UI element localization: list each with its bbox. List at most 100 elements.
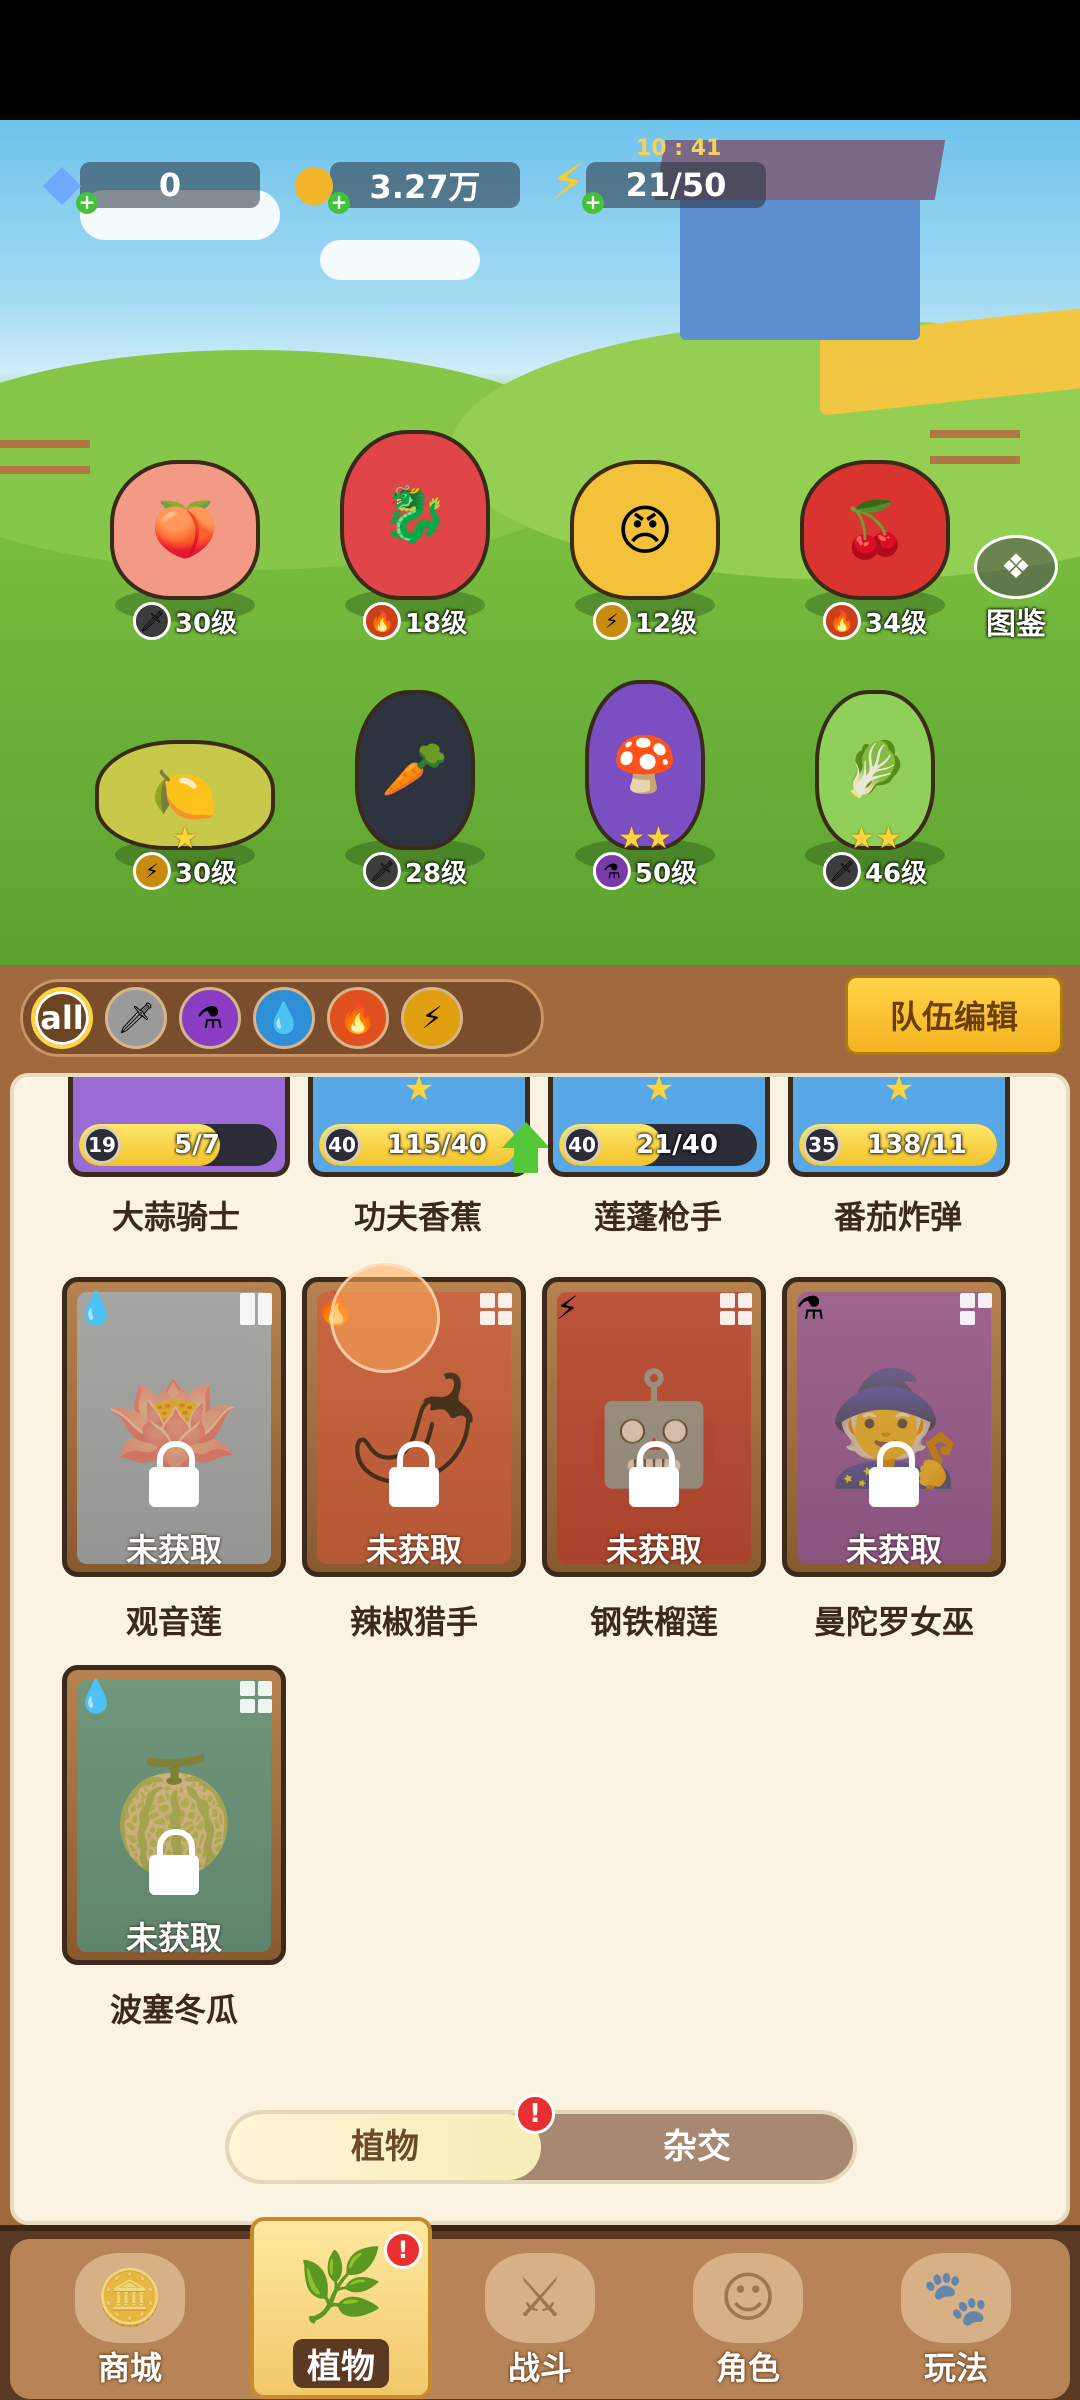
sword-icon: 🗡 [822, 852, 861, 890]
card-name: 番茄炸弹 [833, 1198, 962, 1236]
add-coins-icon[interactable]: + [328, 192, 350, 214]
touch-ripple [330, 1263, 440, 1373]
alert-badge: ! [384, 2231, 422, 2269]
card-name: 钢铁榴莲 [589, 1603, 718, 1641]
fire-icon: 🔥 [822, 602, 861, 640]
size-grid-icon [720, 1293, 752, 1325]
nav-label: 玩法 [923, 2349, 988, 2387]
plant-stars: ★★ [618, 821, 672, 856]
filter-water-drop-icon[interactable]: 💧 [253, 987, 315, 1049]
peach-plant-icon: 🍑 [110, 460, 260, 600]
filter-fire-icon[interactable]: 🔥 [327, 987, 389, 1049]
plant-art: 🪷 [77, 1292, 271, 1564]
lock-icon [389, 1441, 439, 1507]
size-grid-icon [240, 1293, 272, 1325]
plant-level: 18级 [404, 608, 468, 639]
element-filter-bar: all 🗡 ⚗ 💧 🔥 ⚡ [20, 979, 544, 1057]
lightning-icon: ⚡ [132, 852, 171, 890]
card-progress: 5/7 [174, 1130, 220, 1160]
card-progress: 115/40 [387, 1130, 487, 1160]
nav-shop[interactable]: 🪙 商城 [40, 2239, 220, 2399]
plant-card-locked[interactable]: 🪷 💧 未获取 [62, 1277, 286, 1577]
lineup-plant-1[interactable]: 🍑 🗡 30级 [80, 460, 290, 640]
lineup-plant-4[interactable]: 🍒 🔥 34级 [770, 450, 980, 640]
card-level: 40 [323, 1126, 361, 1164]
lightning-icon[interactable]: ⚡ + [536, 150, 604, 214]
energy-timer: 10 : 41 [636, 136, 722, 161]
plant-level: 30级 [174, 608, 238, 639]
filter-all[interactable]: all [31, 987, 93, 1049]
alert-badge: ! [515, 2094, 555, 2134]
locked-label: 未获取 [845, 1531, 942, 1569]
filter-sword-icon[interactable]: 🗡 [105, 987, 167, 1049]
energy-counter: 21/50 [586, 162, 766, 208]
energy-value: 21/50 [625, 166, 727, 204]
character-icon: ☺ [693, 2253, 803, 2343]
lineup-plant-5[interactable]: 🍋 ★ ⚡ 30级 [80, 700, 290, 890]
potion-icon: ⚗ [796, 1289, 825, 1327]
lightning-icon: ⚡ [592, 602, 631, 640]
lineup-plant-3[interactable]: 😠 ⚡ 12级 [540, 450, 750, 640]
album-label: 图鉴 [986, 607, 1046, 642]
plant-card-owned[interactable]: ★ 40 21/40 [548, 1073, 770, 1177]
star-icon: ★ [883, 1073, 915, 1109]
nav-gameplay[interactable]: 🐾 玩法 [866, 2239, 1046, 2399]
lock-icon [629, 1441, 679, 1507]
nav-plants[interactable]: 🌿 植物 ! [250, 2217, 432, 2399]
lineup-plant-8[interactable]: 🥬 ★★ 🗡 46级 [770, 680, 980, 890]
card-level: 19 [83, 1126, 121, 1164]
star-icon: ★ [403, 1073, 435, 1109]
card-progress: 21/40 [636, 1130, 718, 1160]
plant-art: 🍈 [77, 1680, 271, 1952]
plant-level: 50级 [634, 858, 698, 889]
add-energy-icon[interactable]: + [582, 192, 604, 214]
locked-label: 未获取 [125, 1919, 222, 1957]
gems-value: 0 [158, 166, 182, 204]
cloud [320, 240, 480, 280]
cherry-plant-icon: 🍒 [800, 460, 950, 600]
filter-lightning-icon[interactable]: ⚡ [401, 987, 463, 1049]
plant-art: 🧙 [797, 1292, 991, 1564]
plant-card-locked[interactable]: 🧙 ⚗ 未获取 [782, 1277, 1006, 1577]
upgrade-arrow-icon [502, 1122, 550, 1148]
diamond-icon[interactable]: ◆ + [30, 150, 98, 214]
fence [0, 440, 90, 474]
water-drop-icon: 💧 [76, 1677, 116, 1715]
nav-character[interactable]: ☺ 角色 [658, 2239, 838, 2399]
nav-battle[interactable]: ⚔ 战斗 [450, 2239, 630, 2399]
lock-icon [149, 1829, 199, 1895]
lineup-plant-2[interactable]: 🐉 🔥 18级 [310, 420, 520, 640]
plant-level: 34级 [864, 608, 928, 639]
lineup-plant-7[interactable]: 🍄 ★★ ⚗ 50级 [540, 660, 750, 890]
card-name: 功夫香蕉 [353, 1198, 482, 1236]
plant-card-locked[interactable]: 🌶 🔥 未获取 [302, 1263, 526, 1577]
gameplay-icon: 🐾 [901, 2253, 1011, 2343]
potion-icon: ⚗ [592, 852, 631, 890]
tab-hybrid[interactable]: 杂交 [541, 2114, 853, 2180]
plant-card-locked[interactable]: 🤖 ⚡ 未获取 [542, 1277, 766, 1577]
plant-card-owned[interactable]: ★ 35 138/11 [788, 1073, 1010, 1177]
upgrade-arrow-stem [514, 1147, 538, 1173]
card-name: 莲蓬枪手 [593, 1198, 722, 1236]
category-toggle: 植物 杂交 ! [225, 2094, 857, 2184]
bottom-nav: 🪙 商城 🌿 植物 ! ⚔ 战斗 ☺ 角色 🐾 玩法 [0, 2217, 1080, 2400]
water-drop-icon: 💧 [76, 1289, 116, 1327]
team-edit-button[interactable]: 队伍编辑 [845, 975, 1063, 1055]
nav-label: 角色 [715, 2349, 780, 2387]
card-name: 波塞冬瓜 [109, 1991, 238, 2029]
size-grid-icon [960, 1293, 992, 1325]
coin-icon[interactable]: ● + [282, 150, 350, 214]
tab-plants[interactable]: 植物 [229, 2114, 541, 2180]
card-level: 35 [803, 1126, 841, 1164]
album-button[interactable]: ❖ 图鉴 [970, 535, 1062, 642]
plant-card-locked[interactable]: 🍈 💧 未获取 [62, 1665, 286, 1965]
star-icon: ★ [643, 1073, 675, 1109]
plant-card-owned[interactable]: 19 5/7 [68, 1077, 290, 1177]
lineup-plant-6[interactable]: 🥕 🗡 28级 [310, 680, 520, 890]
plant-level: 12级 [634, 608, 698, 639]
plant-art: 🤖 [557, 1292, 751, 1564]
add-gems-icon[interactable]: + [76, 192, 98, 214]
plant-card-owned[interactable]: ★ 40 115/40 [308, 1073, 530, 1177]
golden-plant-icon: 😠 [570, 460, 720, 600]
filter-potion-icon[interactable]: ⚗ [179, 987, 241, 1049]
